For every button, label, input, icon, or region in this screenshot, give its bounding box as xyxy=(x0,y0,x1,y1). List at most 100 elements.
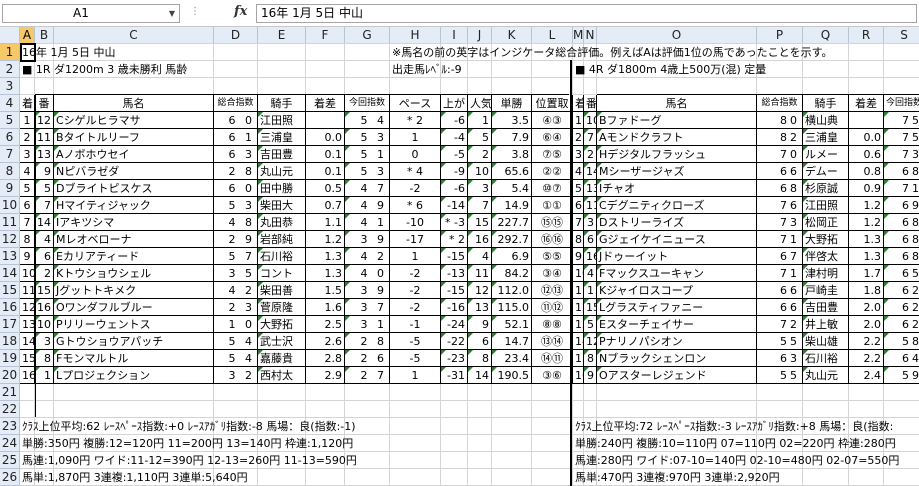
header-g[interactable]: 今回指数 xyxy=(345,95,390,112)
column-header-b[interactable]: B xyxy=(35,27,54,44)
left-h-6[interactable]: * 6 xyxy=(390,197,441,214)
column-header-s[interactable]: S xyxy=(884,27,919,44)
left-h-12[interactable]: -2 xyxy=(390,299,441,316)
left-h-5[interactable]: -2 xyxy=(390,180,441,197)
left-f-14[interactable]: 2.6 xyxy=(306,333,345,350)
row-header-16[interactable]: 16 xyxy=(0,299,20,316)
right-m-16[interactable]: 16 xyxy=(573,367,584,384)
right-r-7[interactable]: 1.2 xyxy=(849,214,884,231)
left-f-13[interactable]: 2.5 xyxy=(306,316,345,333)
left-g-14[interactable]: 2 8 xyxy=(345,333,390,350)
column-header-d[interactable]: D xyxy=(214,27,258,44)
right-s-16[interactable]: 59 xyxy=(884,367,919,384)
right-q-6[interactable]: 江田照 xyxy=(803,197,849,214)
left-a-4[interactable]: 4 xyxy=(20,163,35,180)
right-s-7[interactable]: 68 xyxy=(884,214,919,231)
summary-right-23[interactable]: ｸﾗｽ上位平均:72 ﾚｰｽﾍﾟｰｽ指数:-3 ﾚｰｽｱｶﾞﾘ指数:+8 馬場：… xyxy=(573,418,919,435)
formula-input[interactable]: 16年 1月 5日 中山 xyxy=(256,4,917,23)
left-a-14[interactable]: 14 xyxy=(20,333,35,350)
left-a-5[interactable]: 5 xyxy=(20,180,35,197)
row-header-9[interactable]: 9 xyxy=(0,180,20,197)
row-header-1[interactable]: 1 xyxy=(0,44,20,61)
right-o-11[interactable]: Kジャイロスコープ xyxy=(597,282,757,299)
right-s-4[interactable]: 68 xyxy=(884,163,919,180)
column-header-m[interactable]: M xyxy=(573,27,584,44)
right-q-1[interactable]: 横山典 xyxy=(803,112,849,129)
left-l-8[interactable]: ⑯⑯ xyxy=(532,231,573,248)
right-p-2[interactable]: 82 xyxy=(757,129,803,146)
right-s-10[interactable]: 65 xyxy=(884,265,919,282)
row-header-2[interactable]: 2 xyxy=(0,61,20,78)
summary-left-26[interactable]: 馬単:1,870円 3連複:1,110円 3連単:5,640円 xyxy=(20,469,571,486)
left-h-15[interactable]: -5 xyxy=(390,350,441,367)
right-o-15[interactable]: Nブラックシェンロン xyxy=(597,350,757,367)
left-d-14[interactable]: 5 4 xyxy=(214,333,258,350)
right-m-1[interactable]: 1 xyxy=(573,112,584,129)
right-q-12[interactable]: 吉田豊 xyxy=(803,299,849,316)
left-a-9[interactable]: 9 xyxy=(20,248,35,265)
left-a-10[interactable]: 10 xyxy=(20,265,35,282)
right-m-9[interactable]: 9 xyxy=(573,248,584,265)
row-header-22[interactable]: 22 xyxy=(0,401,20,418)
header-o[interactable]: 馬名 xyxy=(597,95,757,112)
right-r-12[interactable]: 2.0 xyxy=(849,299,884,316)
left-c-12[interactable]: Oワンダフルブルー xyxy=(54,299,214,316)
right-o-7[interactable]: Dストリーライズ xyxy=(597,214,757,231)
right-s-3[interactable]: 73 xyxy=(884,146,919,163)
right-q-8[interactable]: 大野拓 xyxy=(803,231,849,248)
left-k-11[interactable]: 112.0 xyxy=(492,282,532,299)
left-k-9[interactable]: 6.9 xyxy=(492,248,532,265)
chevron-down-icon[interactable]: ▼ xyxy=(169,5,175,22)
left-l-4[interactable]: ②② xyxy=(532,163,573,180)
column-header-n[interactable]: N xyxy=(584,27,597,44)
right-q-7[interactable]: 松岡正 xyxy=(803,214,849,231)
spreadsheet[interactable]: A B C D E F G H I J K L M N O P Q R S 1 2 3 4 5 6 7 8 9 10 11 12 13 14 15… xyxy=(0,27,919,486)
right-m-12[interactable]: 12 xyxy=(573,299,584,316)
left-a-15[interactable]: 15 xyxy=(20,350,35,367)
left-a-16[interactable]: 16 xyxy=(20,367,35,384)
column-header-k[interactable]: K xyxy=(492,27,532,44)
left-h-9[interactable]: 1 xyxy=(390,248,441,265)
column-header-f[interactable]: F xyxy=(306,27,345,44)
right-m-10[interactable]: 10 xyxy=(573,265,584,282)
left-a-7[interactable]: 7 xyxy=(20,214,35,231)
left-f-8[interactable]: 1.2 xyxy=(306,231,345,248)
left-e-9[interactable]: 石川裕 xyxy=(258,248,306,265)
right-p-14[interactable]: 55 xyxy=(757,333,803,350)
row-header-7[interactable]: 7 xyxy=(0,146,20,163)
left-g-2[interactable]: 5 3 xyxy=(345,129,390,146)
right-r-11[interactable]: 1.8 xyxy=(849,282,884,299)
left-e-13[interactable]: 大野拓 xyxy=(258,316,306,333)
race-title-4r[interactable]: ■ 4R ダ1800m 4歳上500万(混) 定量 xyxy=(573,61,919,78)
left-h-7[interactable]: -10 xyxy=(390,214,441,231)
left-h-2[interactable]: 1 xyxy=(390,129,441,146)
header-h[interactable]: ペース xyxy=(390,95,441,112)
left-g-10[interactable]: 4 0 xyxy=(345,265,390,282)
right-s-8[interactable]: 68 xyxy=(884,231,919,248)
left-d-3[interactable]: 6 3 xyxy=(214,146,258,163)
left-g-11[interactable]: 3 9 xyxy=(345,282,390,299)
left-d-16[interactable]: 3 2 xyxy=(214,367,258,384)
column-header-j[interactable]: J xyxy=(468,27,492,44)
header-i[interactable]: 上がり xyxy=(441,95,468,112)
left-e-4[interactable]: 丸山元 xyxy=(258,163,306,180)
right-s-9[interactable]: 68 xyxy=(884,248,919,265)
right-q-3[interactable]: ルメー xyxy=(803,146,849,163)
left-d-10[interactable]: 3 5 xyxy=(214,265,258,282)
column-header-o[interactable]: O xyxy=(597,27,757,44)
left-l-1[interactable]: ④③ xyxy=(532,112,573,129)
left-d-1[interactable]: 6 0 xyxy=(214,112,258,129)
left-e-6[interactable]: 柴田大 xyxy=(258,197,306,214)
left-c-6[interactable]: Hマイティジャック xyxy=(54,197,214,214)
right-s-11[interactable]: 62 xyxy=(884,282,919,299)
right-o-12[interactable]: Lグラスティファニー xyxy=(597,299,757,316)
left-d-15[interactable]: 5 4 xyxy=(214,350,258,367)
left-l-10[interactable]: ③④ xyxy=(532,265,573,282)
left-g-9[interactable]: 4 2 xyxy=(345,248,390,265)
header-a[interactable]: 着 xyxy=(20,95,35,112)
left-f-9[interactable]: 1.3 xyxy=(306,248,345,265)
left-c-7[interactable]: Iアキツシマ xyxy=(54,214,214,231)
left-d-7[interactable]: 4 8 xyxy=(214,214,258,231)
left-k-10[interactable]: 84.2 xyxy=(492,265,532,282)
row-header-24[interactable]: 24 xyxy=(0,435,20,452)
